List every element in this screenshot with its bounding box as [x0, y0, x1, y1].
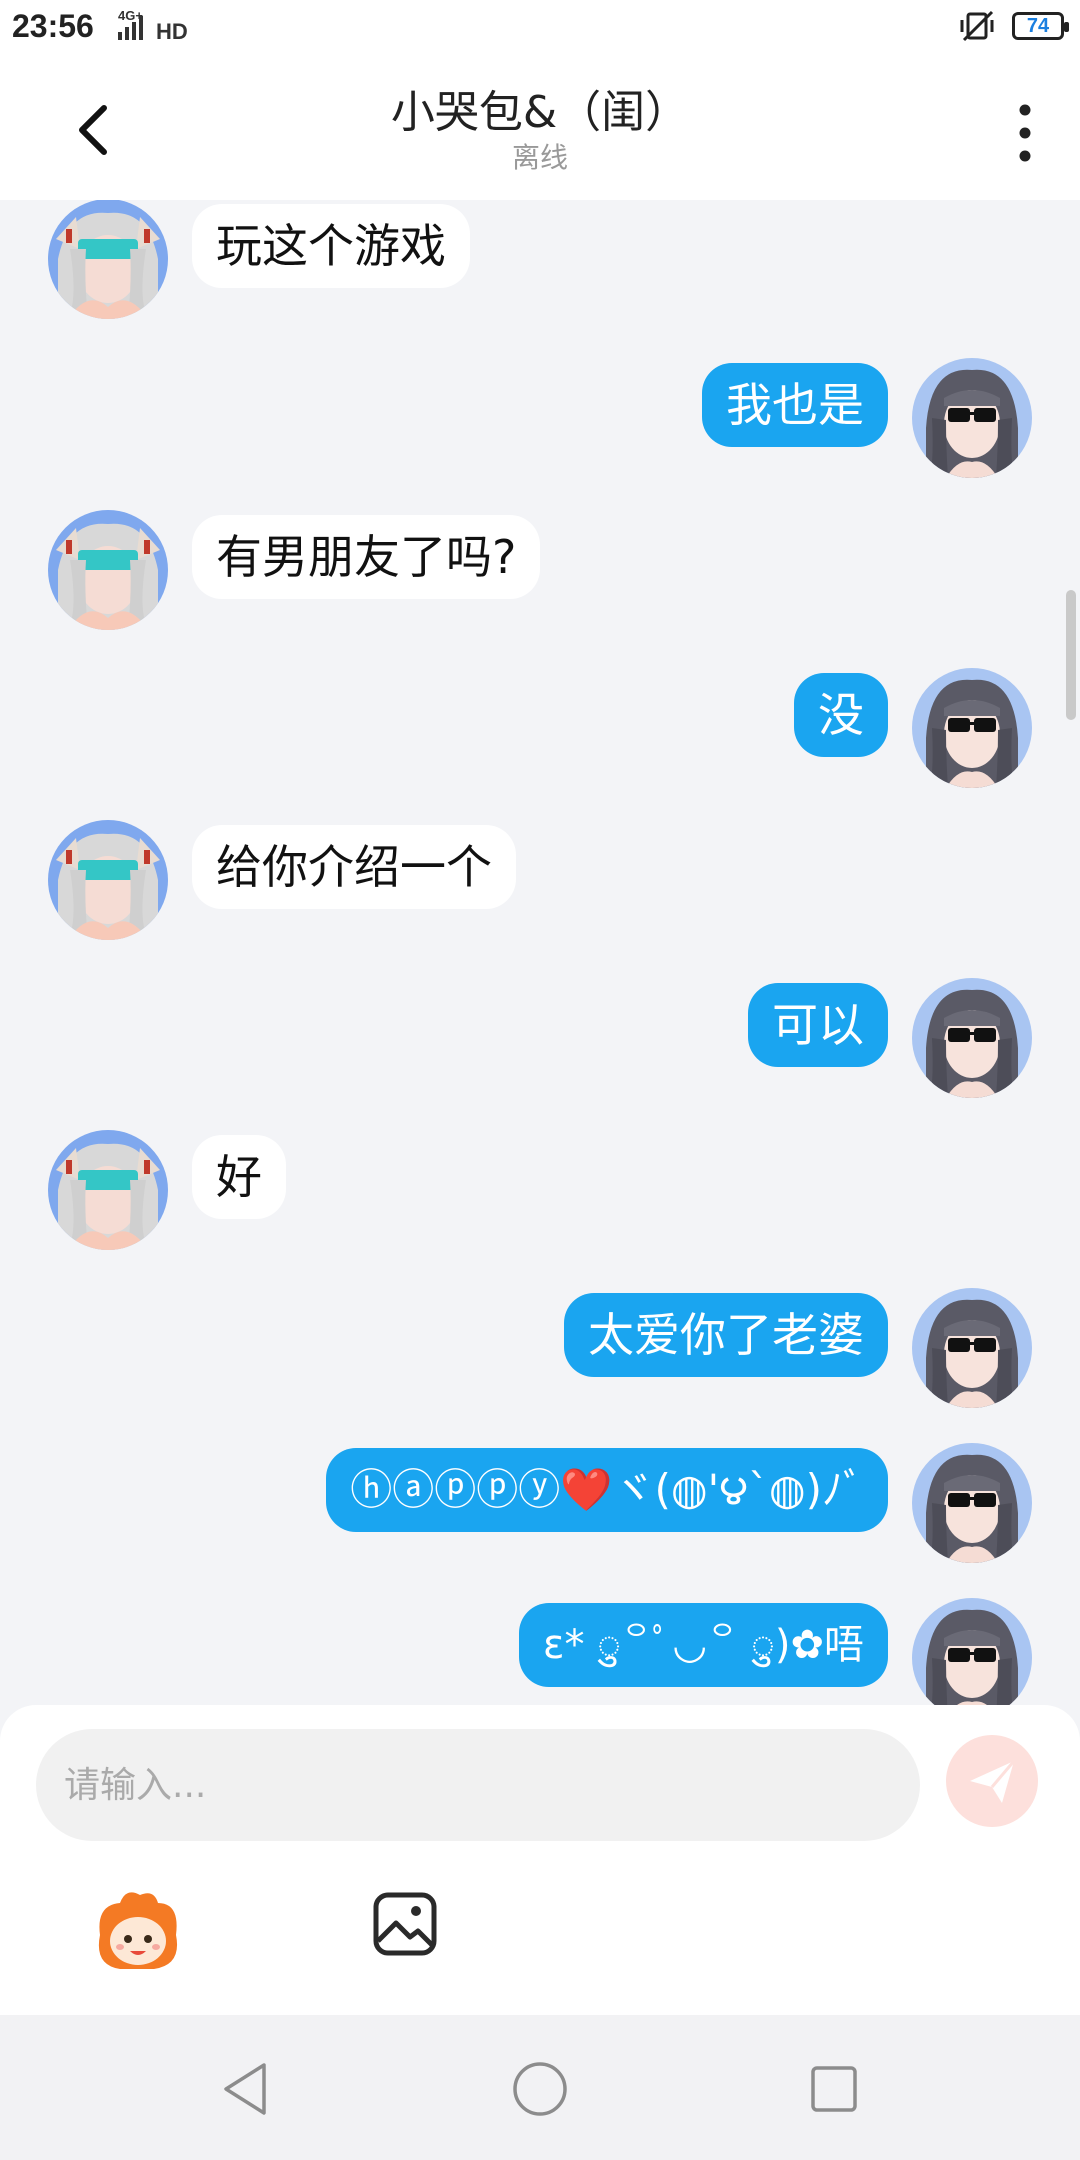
- message-bubble[interactable]: 给你介绍一个: [192, 825, 516, 909]
- message-row-incoming: 玩这个游戏: [0, 200, 1080, 319]
- nav-recents-icon[interactable]: [804, 2059, 864, 2119]
- status-time: 23:56: [12, 8, 94, 44]
- message-row-outgoing: ⓗⓐⓟⓟⓨ❤️ヾ(◍'౪`◍)ﾉﾞ: [0, 1443, 1080, 1563]
- chat-header: 小哭包&（闺） 离线: [0, 60, 1080, 200]
- signal-icon: 4G+ HD: [118, 8, 188, 44]
- hd-badge: HD: [156, 19, 188, 44]
- image-icon[interactable]: [372, 1891, 438, 1957]
- more-vertical-icon[interactable]: [1010, 98, 1040, 168]
- message-row-outgoing: 太爱你了老婆: [0, 1288, 1080, 1408]
- message-bubble[interactable]: 好: [192, 1135, 286, 1219]
- message-list[interactable]: 玩这个游戏 我也是 有男朋友了吗? 没 给你介绍一个 可以 好 太爱你了老婆 ⓗ…: [0, 200, 1080, 1705]
- avatar[interactable]: [912, 358, 1032, 478]
- message-bubble[interactable]: 没: [794, 673, 888, 757]
- message-bubble[interactable]: ⓗⓐⓟⓟⓨ❤️ヾ(◍'౪`◍)ﾉﾞ: [326, 1448, 888, 1532]
- avatar[interactable]: [48, 820, 168, 940]
- message-bubble[interactable]: 可以: [748, 983, 888, 1067]
- avatar[interactable]: [912, 1598, 1032, 1705]
- message-bubble[interactable]: 有男朋友了吗?: [192, 515, 541, 599]
- nav-back-icon[interactable]: [216, 2059, 276, 2119]
- message-row-outgoing: 没: [0, 668, 1080, 788]
- avatar[interactable]: [48, 200, 168, 319]
- mascot-emoji-icon[interactable]: [92, 1885, 182, 1975]
- message-row-incoming: 好: [0, 1130, 1080, 1250]
- nav-home-icon[interactable]: [510, 2059, 570, 2119]
- avatar[interactable]: [48, 1130, 168, 1250]
- avatar[interactable]: [912, 978, 1032, 1098]
- message-bubble[interactable]: 玩这个游戏: [192, 204, 470, 288]
- battery-level: 74: [1026, 14, 1050, 37]
- contact-status: 离线: [511, 141, 568, 174]
- message-row-outgoing: 可以: [0, 978, 1080, 1098]
- message-input[interactable]: [36, 1729, 920, 1841]
- avatar[interactable]: [912, 1288, 1032, 1408]
- avatar[interactable]: [912, 668, 1032, 788]
- composer-panel: [0, 1705, 1080, 2015]
- send-button[interactable]: [946, 1735, 1038, 1827]
- system-nav-bar: [0, 2015, 1080, 2160]
- battery-indicator: 74: [1012, 12, 1069, 40]
- contact-name: 小哭包&（闺）: [390, 87, 690, 138]
- message-bubble[interactable]: 我也是: [702, 363, 888, 447]
- vibrate-mute-icon: [960, 10, 994, 42]
- message-row-outgoing: 我也是: [0, 358, 1080, 478]
- message-bubble[interactable]: 太爱你了老婆: [564, 1293, 888, 1377]
- scrollbar[interactable]: [1066, 590, 1076, 720]
- message-row-incoming: 给你介绍一个: [0, 820, 1080, 940]
- avatar[interactable]: [48, 510, 168, 630]
- message-row-incoming: 有男朋友了吗?: [0, 510, 1080, 630]
- message-row-outgoing: ε* ु꒪ﾟ◡꒪ ु)✿唔: [0, 1598, 1080, 1705]
- message-bubble[interactable]: ε* ु꒪ﾟ◡꒪ ु)✿唔: [518, 1603, 888, 1687]
- send-icon: [970, 1760, 1016, 1803]
- status-bar: 23:56 4G+ HD 74: [0, 0, 1080, 60]
- avatar[interactable]: [912, 1443, 1032, 1563]
